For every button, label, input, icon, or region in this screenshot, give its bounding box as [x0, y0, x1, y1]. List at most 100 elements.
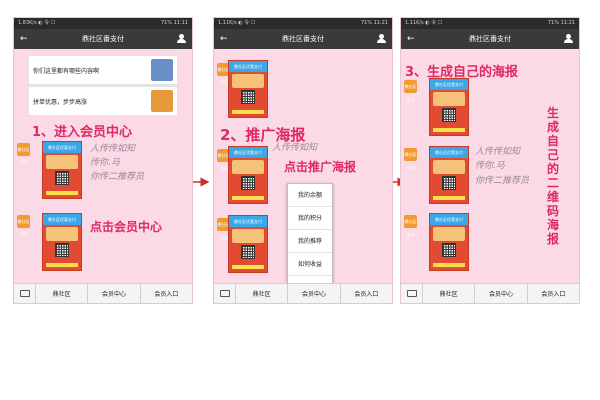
poster-image: [46, 155, 78, 169]
poster-message[interactable]: 鼎社区优惠支付: [228, 146, 268, 204]
keyboard-toggle[interactable]: [214, 284, 236, 303]
poster-banner: [433, 263, 465, 267]
menu-item-community[interactable]: 鼎社区: [423, 284, 476, 303]
poster-title: 鼎社区优惠支付: [430, 214, 468, 225]
poster-image: [232, 74, 264, 88]
status-right: 71% 11:21: [547, 20, 575, 26]
phone-screen-step3: 1.11K/s ◐ 令 ☐ 71% 11:21 ← 鼎社区番支付 3、生成自己的…: [400, 17, 580, 304]
back-arrow-icon[interactable]: ←: [407, 29, 415, 49]
poster-title: 鼎社区优惠支付: [229, 216, 267, 227]
qr-code-icon: [442, 176, 456, 190]
poster-title: 鼎社区优惠支付: [229, 61, 267, 72]
handwriting-line: 传你.马: [475, 161, 505, 171]
article-thumbnail: [151, 90, 173, 112]
poster-banner: [232, 265, 264, 269]
poster-banner: [232, 196, 264, 200]
article-card-text: 你们这里都有哪些内容啊: [33, 67, 100, 75]
bot-avatar: 鼎社区活动: [404, 215, 417, 237]
poster-title: 鼎社区优惠支付: [430, 79, 468, 90]
chat-header: ← 鼎社区番支付: [214, 29, 392, 49]
back-arrow-icon[interactable]: ←: [220, 29, 228, 49]
profile-icon[interactable]: [564, 34, 573, 43]
status-left: 1.11K/s ◐ 令 ☐: [405, 20, 443, 26]
menu-item-member-entry[interactable]: 会员入口: [341, 284, 392, 303]
poster-image: [46, 227, 78, 241]
menu-item-member-center[interactable]: 会员中心: [288, 284, 341, 303]
keyboard-icon: [19, 290, 30, 297]
menu-item-member-entry[interactable]: 会员入口: [141, 284, 192, 303]
bottom-menu: 鼎社区 会员中心 会员入口: [214, 283, 392, 303]
article-card[interactable]: 你们这里都有哪些内容啊: [28, 55, 178, 85]
bot-avatar: 鼎社区活动: [17, 143, 30, 165]
article-thumbnail: [151, 59, 173, 81]
status-bar: 1.11K/s ◐ 令 ☐ 71% 11:21: [214, 18, 392, 29]
profile-icon[interactable]: [377, 34, 386, 43]
keyboard-toggle[interactable]: [401, 284, 423, 303]
back-arrow-icon[interactable]: ←: [20, 29, 28, 49]
handwriting-line: 人传传如知: [90, 144, 136, 154]
poster-banner: [433, 196, 465, 200]
chat-title: 鼎社区番支付: [469, 35, 511, 43]
poster-message[interactable]: 鼎社区优惠支付: [429, 213, 469, 271]
handwriting-line: 你传二推荐员: [90, 172, 145, 182]
poster-image: [433, 160, 465, 174]
status-bar: 1.11K/s ◐ 令 ☐ 71% 11:21: [401, 18, 579, 29]
submenu-item-balance[interactable]: 我的余额: [288, 184, 332, 207]
status-left: 1.83K/s ◐ 令 ☐: [18, 20, 56, 26]
qr-code-icon: [442, 243, 456, 257]
submenu-item-points[interactable]: 我的积分: [288, 207, 332, 230]
menu-item-member-entry[interactable]: 会员入口: [528, 284, 579, 303]
poster-title: 鼎社区优惠支付: [229, 147, 267, 158]
menu-item-member-center[interactable]: 会员中心: [475, 284, 528, 303]
poster-message[interactable]: 鼎社区优惠支付: [42, 213, 82, 271]
keyboard-icon: [406, 290, 417, 297]
handwriting-line: 传你.马: [90, 158, 120, 168]
qr-code-icon: [241, 176, 255, 190]
poster-banner: [46, 263, 78, 267]
article-card[interactable]: 拼单优惠，步步高涨: [28, 86, 178, 116]
profile-icon[interactable]: [177, 34, 186, 43]
poster-message[interactable]: 鼎社区优惠支付: [228, 215, 268, 273]
handwriting-line: 人传传如知: [272, 143, 318, 153]
instruction-note: 点击推广海报: [284, 160, 357, 174]
poster-title: 鼎社区优惠支付: [430, 147, 468, 158]
menu-item-member-center[interactable]: 会员中心: [88, 284, 141, 303]
poster-image: [232, 229, 264, 243]
poster-message[interactable]: 鼎社区优惠支付: [228, 60, 268, 118]
qr-code-icon: [55, 171, 69, 185]
poster-title: 鼎社区优惠支付: [43, 142, 81, 153]
keyboard-icon: [219, 290, 230, 297]
poster-message[interactable]: 鼎社区优惠支付: [429, 146, 469, 204]
keyboard-toggle[interactable]: [14, 284, 36, 303]
qr-code-icon: [241, 90, 255, 104]
submenu-item-referrals[interactable]: 我的推荐: [288, 230, 332, 253]
poster-image: [433, 92, 465, 106]
chat-header: ← 鼎社区番支付: [401, 29, 579, 49]
menu-item-community[interactable]: 鼎社区: [36, 284, 89, 303]
bottom-menu: 鼎社区 会员中心 会员入口: [401, 283, 579, 303]
poster-message[interactable]: 鼎社区优惠支付: [429, 78, 469, 136]
poster-title: 鼎社区优惠支付: [43, 214, 81, 225]
submenu-item-earnings[interactable]: 如何收益: [288, 253, 332, 276]
bot-avatar: 鼎社区活动: [17, 215, 30, 237]
poster-image: [232, 160, 264, 174]
chat-title: 鼎社区番支付: [82, 35, 124, 43]
poster-image: [433, 227, 465, 241]
status-right: 71% 11:11: [160, 20, 188, 26]
status-bar: 1.83K/s ◐ 令 ☐ 71% 11:11: [14, 18, 192, 29]
instruction-note-vertical: 生成自己的二维码海报: [547, 106, 560, 246]
poster-banner: [433, 128, 465, 132]
status-right: 71% 11:21: [360, 20, 388, 26]
poster-banner: [232, 110, 264, 114]
qr-code-icon: [55, 243, 69, 257]
qr-code-icon: [241, 245, 255, 259]
qr-code-icon: [442, 108, 456, 122]
menu-item-community[interactable]: 鼎社区: [236, 284, 289, 303]
bot-avatar: 鼎社区活动: [404, 148, 417, 170]
poster-message[interactable]: 鼎社区优惠支付: [42, 141, 82, 199]
instruction-note: 点击会员中心: [90, 220, 163, 234]
handwriting-line: 人传传如知: [475, 147, 521, 157]
handwriting-line: 你传二推荐员: [475, 176, 530, 186]
step-label: 1、进入会员中心: [32, 125, 133, 140]
article-card-text: 拼单优惠，步步高涨: [33, 98, 88, 106]
